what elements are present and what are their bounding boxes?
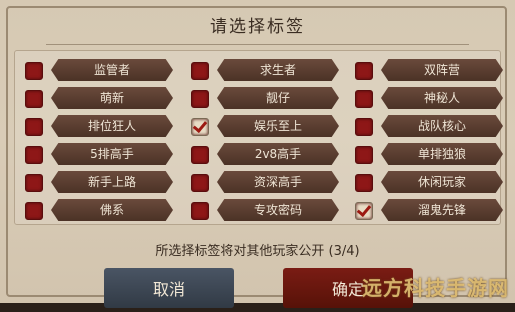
tag-selection-dialog: 请选择标签 监管者 求生者 双阵营 萌新 靓仔 神秘人 排位狂人 娱乐至上 战队… <box>0 0 515 308</box>
tag-item[interactable]: 双阵营 <box>355 59 505 81</box>
tag-item[interactable]: 休闲玩家 <box>355 171 505 193</box>
tag-item[interactable]: 神秘人 <box>355 87 505 109</box>
tag-item[interactable]: 战队核心 <box>355 115 505 137</box>
checkbox-icon[interactable] <box>191 62 209 80</box>
checkbox-icon[interactable] <box>191 174 209 192</box>
selection-hint: 所选择标签将对其他玩家公开 (3/4) <box>155 244 360 259</box>
checkbox-icon[interactable] <box>355 118 373 136</box>
checkbox-icon[interactable] <box>355 90 373 108</box>
tag-item[interactable]: 排位狂人 <box>25 115 175 137</box>
tag-label: 排位狂人 <box>51 115 173 137</box>
tag-item[interactable]: 佛系 <box>25 199 175 221</box>
tag-item[interactable]: 萌新 <box>25 87 175 109</box>
checkbox-icon[interactable] <box>191 202 209 220</box>
tag-label: 娱乐至上 <box>217 115 339 137</box>
checkbox-icon[interactable] <box>25 202 43 220</box>
tag-label: 休闲玩家 <box>381 171 503 193</box>
tag-item[interactable]: 专攻密码 <box>191 199 341 221</box>
checkbox-icon[interactable] <box>25 90 43 108</box>
checkbox-icon[interactable] <box>355 146 373 164</box>
tag-item[interactable]: 5排高手 <box>25 143 175 165</box>
tag-item[interactable]: 娱乐至上 <box>191 115 341 137</box>
tag-item[interactable]: 求生者 <box>191 59 341 81</box>
tag-label: 双阵营 <box>381 59 503 81</box>
tag-item[interactable]: 资深高手 <box>191 171 341 193</box>
checkbox-icon[interactable] <box>25 118 43 136</box>
tag-label: 专攻密码 <box>217 199 339 221</box>
title-divider <box>46 44 469 45</box>
tag-label: 5排高手 <box>51 143 173 165</box>
tag-label: 神秘人 <box>381 87 503 109</box>
checkbox-icon[interactable] <box>355 174 373 192</box>
tag-item[interactable]: 新手上路 <box>25 171 175 193</box>
tag-item[interactable]: 监管者 <box>25 59 175 81</box>
tag-label: 2v8高手 <box>217 143 339 165</box>
checkbox-icon[interactable] <box>25 174 43 192</box>
tag-item[interactable]: 单排独狼 <box>355 143 505 165</box>
site-watermark: 远方科技手游网 <box>362 276 509 300</box>
tag-label: 单排独狼 <box>381 143 503 165</box>
tag-label: 溜鬼先锋 <box>381 199 503 221</box>
checkbox-icon[interactable] <box>25 62 43 80</box>
tag-label: 萌新 <box>51 87 173 109</box>
tag-label: 监管者 <box>51 59 173 81</box>
checkbox-icon[interactable] <box>191 90 209 108</box>
cancel-button[interactable]: 取消 <box>104 268 234 308</box>
tag-item[interactable]: 溜鬼先锋 <box>355 199 505 221</box>
checkbox-icon[interactable] <box>25 146 43 164</box>
checkbox-icon[interactable] <box>191 146 209 164</box>
tag-label: 求生者 <box>217 59 339 81</box>
tag-label: 靓仔 <box>217 87 339 109</box>
checkbox-checked-icon[interactable] <box>355 202 373 220</box>
tag-label: 资深高手 <box>217 171 339 193</box>
tag-label: 战队核心 <box>381 115 503 137</box>
dialog-title: 请选择标签 <box>210 17 305 37</box>
tag-item[interactable]: 靓仔 <box>191 87 341 109</box>
checkbox-checked-icon[interactable] <box>191 118 209 136</box>
tag-label: 新手上路 <box>51 171 173 193</box>
tag-grid: 监管者 求生者 双阵营 萌新 靓仔 神秘人 排位狂人 娱乐至上 战队核心 5排高… <box>14 50 503 225</box>
tag-label: 佛系 <box>51 199 173 221</box>
checkbox-icon[interactable] <box>355 62 373 80</box>
tag-item[interactable]: 2v8高手 <box>191 143 341 165</box>
